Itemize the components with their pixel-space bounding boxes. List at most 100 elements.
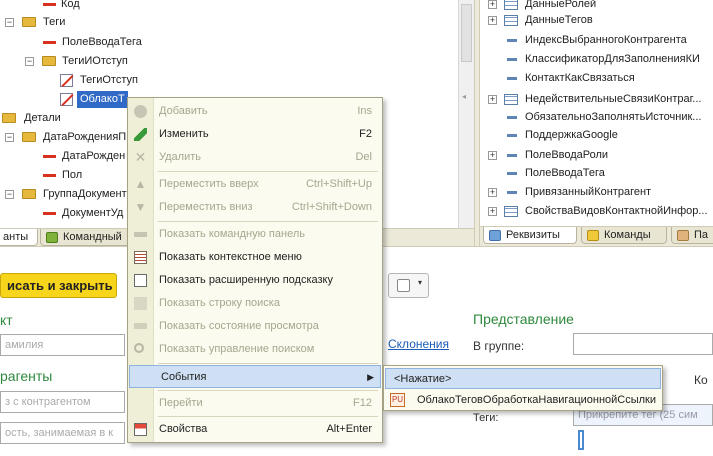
menu-item-delete[interactable]: ✕ Удалить Del: [128, 146, 382, 169]
expand-icon[interactable]: +: [488, 207, 497, 216]
right-tab-bar: Реквизиты Команды Па: [480, 226, 713, 246]
tree-item[interactable]: Код: [0, 0, 458, 14]
tree-item[interactable]: ИндексВыбранногоКонтрагента: [480, 31, 713, 50]
menu-item-show-view-state[interactable]: Показать состояние просмотра: [128, 315, 382, 338]
attribute-icon: [43, 41, 56, 44]
tree-item[interactable]: ПолеВводаТега: [0, 33, 458, 52]
menu-item-label: Добавить: [159, 105, 208, 117]
tree-item-label: СвойстваВидовКонтактнойИнфор...: [525, 205, 708, 217]
group-input[interactable]: [573, 333, 713, 355]
tree-item[interactable]: ТегиОтступ: [0, 71, 458, 90]
menu-item-show-search-control[interactable]: Показать управление поиском: [128, 338, 382, 361]
tree-item-label: ТегиОтступ: [80, 74, 138, 86]
commands-icon: [587, 230, 599, 241]
delete-icon: ✕: [134, 149, 147, 165]
menu-item-show-extended-tooltip[interactable]: Показать расширенную подсказку: [128, 269, 382, 292]
tab-label: Командный: [63, 231, 122, 243]
tree-item-label: Теги: [43, 16, 66, 28]
tree-item-label: ПоддержкаGoogle: [525, 129, 618, 141]
menu-item-events[interactable]: События ▶: [129, 365, 381, 388]
tree-item-label: ДокументУд: [62, 207, 124, 219]
vertical-scrollbar[interactable]: ◂: [458, 0, 474, 228]
collapse-icon[interactable]: −: [5, 190, 14, 199]
tree-item[interactable]: + ДанныеТегов: [480, 11, 713, 30]
tree-item-label: КлассификаторДляЗаполненияКИ: [525, 53, 700, 65]
tree-item-label: ГруппаДокумент: [43, 188, 127, 200]
tree-item-label: Код: [61, 0, 80, 10]
menu-item-shortcut: F2: [359, 128, 372, 140]
submenu-item-click[interactable]: <Нажатие>: [385, 368, 661, 389]
tab-attributes[interactable]: Реквизиты: [483, 227, 577, 244]
menu-separator: [158, 363, 378, 364]
menu-item-edit[interactable]: Изменить F2: [128, 123, 382, 146]
tree-item-label: ДанныеТегов: [525, 14, 593, 26]
tree-item-label: ПолеВводаТега: [62, 36, 142, 48]
scrollbar-thumb[interactable]: [461, 4, 472, 62]
contractor-input[interactable]: з с контрагентом: [0, 391, 125, 413]
attribute-icon: [43, 3, 56, 6]
menu-item-move-up[interactable]: ▲ Переместить вверх Ctrl+Shift+Up: [128, 173, 382, 196]
expand-icon[interactable]: +: [488, 0, 497, 9]
tree-item-label: ПолеВводаТега: [525, 167, 605, 179]
folder-icon: [22, 132, 36, 142]
tree-item[interactable]: + СвойстваВидовКонтактнойИнфор...: [480, 202, 713, 221]
tab-form-attributes[interactable]: анты: [0, 229, 38, 246]
position-input[interactable]: ость, занимаемая в к: [0, 422, 125, 444]
table-icon: [504, 206, 518, 217]
form-attributes-tree[interactable]: + ДанныеРолей + ДанныеТегов ИндексВыбран…: [480, 0, 713, 228]
submenu-item-handler[interactable]: PU ОблакоТеговОбработкаНавигационнойСсыл…: [385, 390, 661, 411]
tree-item[interactable]: КонтактКакСвязаться: [480, 69, 713, 88]
move-down-icon: ▼: [134, 200, 147, 214]
more-actions-button[interactable]: ▾: [388, 273, 429, 298]
tree-item[interactable]: ПолеВводаТега: [480, 164, 713, 183]
expand-icon[interactable]: +: [488, 95, 497, 104]
attributes-icon: [489, 230, 501, 241]
menu-item-show-search-bar[interactable]: Показать строку поиска: [128, 292, 382, 315]
tree-item[interactable]: КлассификаторДляЗаполненияКИ: [480, 50, 713, 69]
expand-icon[interactable]: +: [488, 151, 497, 160]
tree-item[interactable]: − ТегиИОтступ: [0, 52, 458, 71]
tree-item[interactable]: − Теги: [0, 13, 458, 32]
menu-item-label: Удалить: [159, 151, 201, 163]
menu-item-add[interactable]: Добавить Ins: [128, 100, 382, 123]
collapse-icon[interactable]: −: [5, 133, 14, 142]
menu-item-properties[interactable]: Свойства Alt+Enter: [128, 418, 382, 441]
menu-item-label: События: [161, 371, 207, 383]
tab-commands[interactable]: Команды: [581, 227, 667, 244]
menu-item-go-to[interactable]: Перейти F12: [128, 392, 382, 415]
save-and-close-button[interactable]: исать и закрыть: [0, 273, 117, 298]
name-input[interactable]: амилия: [0, 334, 125, 356]
attribute-icon: [507, 154, 517, 157]
attribute-icon: [507, 191, 517, 194]
table-icon: [504, 15, 518, 26]
menu-item-label: <Нажатие>: [394, 373, 452, 385]
menu-item-shortcut: F12: [353, 397, 372, 409]
field-label: Теги:: [473, 412, 499, 424]
add-icon: [134, 105, 147, 118]
collapse-icon[interactable]: −: [5, 18, 14, 27]
tree-item[interactable]: + ПривязанныйКонтрагент: [480, 183, 713, 202]
expand-icon[interactable]: +: [488, 188, 497, 197]
tree-item-label: ОблакоТ: [77, 91, 128, 108]
expand-icon[interactable]: +: [488, 16, 497, 25]
tab-parameters[interactable]: Па: [671, 227, 713, 244]
scroll-arrow-icon[interactable]: ◂: [462, 92, 466, 101]
menu-item-move-down[interactable]: ▼ Переместить вниз Ctrl+Shift+Down: [128, 196, 382, 219]
tab-command-panel[interactable]: Командный: [40, 229, 140, 246]
menu-item-label: Показать строку поиска: [159, 297, 280, 309]
menu-item-show-context-menu[interactable]: Показать контекстное меню: [128, 246, 382, 269]
tree-item[interactable]: + ПолеВводаРоли: [480, 146, 713, 165]
menu-item-label: Переместить вверх: [159, 178, 259, 190]
tree-item[interactable]: ОбязательноЗаполнятьИсточник...: [480, 108, 713, 127]
context-menu-icon: [134, 251, 147, 264]
menu-item-show-command-bar[interactable]: Показать командную панель: [128, 223, 382, 246]
tree-item[interactable]: + НедействительныеСвязиКонтраг...: [480, 90, 713, 109]
tree-item-label: ТегиИОтступ: [62, 55, 128, 67]
collapse-icon[interactable]: −: [25, 57, 34, 66]
menu-item-shortcut: Ctrl+Shift+Down: [291, 201, 372, 213]
declension-link[interactable]: Склонения: [388, 337, 449, 351]
section-title: рагенты: [0, 368, 53, 384]
attribute-icon: [507, 172, 517, 175]
menu-item-label: Переместить вниз: [159, 201, 253, 213]
tree-item[interactable]: ПоддержкаGoogle: [480, 126, 713, 145]
